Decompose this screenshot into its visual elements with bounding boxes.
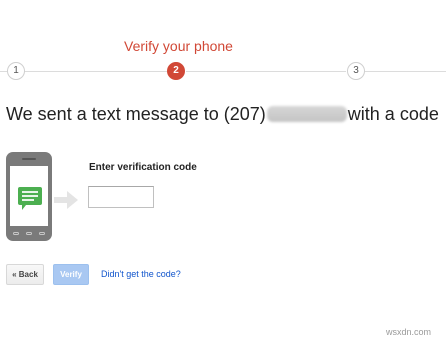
progress-line-1-2 [24,71,167,72]
sent-message-heading: We sent a text message to (207) with a co… [6,104,439,125]
verification-code-input[interactable] [88,186,154,208]
step-3-indicator: 3 [347,62,365,80]
verify-button[interactable]: Verify [53,264,89,285]
heading-prefix: We sent a text message to (207) [6,104,266,124]
phone-buttons [13,230,45,236]
message-bubble-icon [18,187,42,210]
phone-screen [10,166,48,226]
redacted-phone-number [266,106,347,122]
watermark: wsxdn.com [386,327,432,337]
progress-line-right [365,71,446,72]
verify-phone-page: Verify your phone 1 2 3 We sent a text m… [0,0,446,342]
right-arrow-icon [54,191,78,209]
progress-line-2-3 [186,71,346,72]
back-button[interactable]: « Back [6,264,44,285]
phone-speaker [22,158,36,160]
step-title-text: Verify your phone [124,38,233,54]
verification-code-label: Enter verification code [89,162,197,173]
heading-suffix: with a code [347,104,439,124]
didnt-get-code-link[interactable]: Didn't get the code? [101,269,181,279]
step-1-indicator: 1 [7,62,25,80]
progress-line-left [0,71,7,72]
smartphone-message-icon [6,152,52,241]
step-2-indicator: 2 [167,62,185,80]
